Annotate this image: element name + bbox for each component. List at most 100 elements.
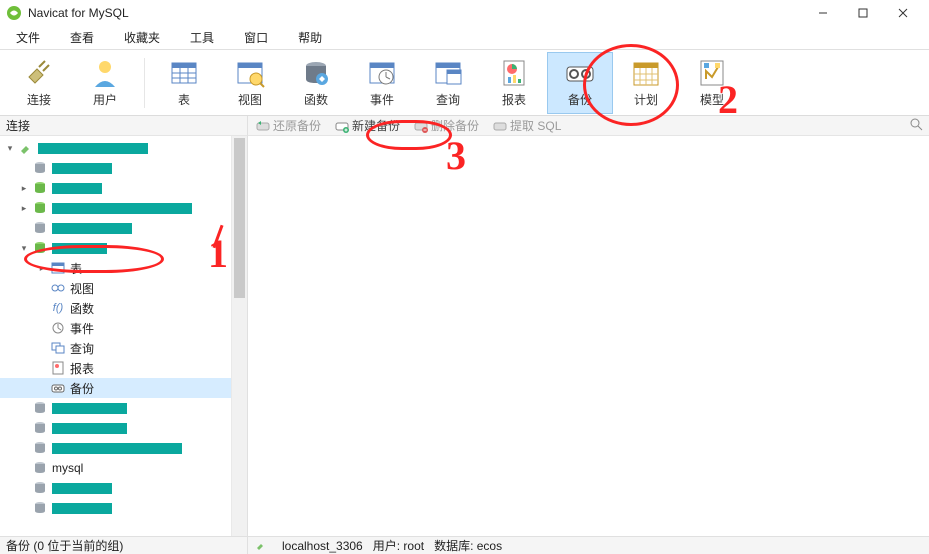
extract-sql-label: 提取 SQL [510, 117, 561, 134]
scrollbar-thumb[interactable] [234, 138, 245, 298]
tree-events[interactable]: 事件 [0, 318, 231, 338]
expand-icon[interactable]: ▸ [18, 202, 30, 214]
tree-database-mysql[interactable]: mysql [0, 458, 231, 478]
redacted-text [52, 243, 107, 254]
search-icon[interactable] [909, 117, 923, 134]
view-small-icon [50, 280, 66, 296]
database-icon [32, 420, 48, 436]
delete-backup-button[interactable]: 删除备份 [414, 117, 479, 134]
menu-help[interactable]: 帮助 [286, 27, 334, 48]
tree-database[interactable]: ▸ [0, 198, 231, 218]
toolbar-model-label: 模型 [700, 91, 724, 108]
tree-database[interactable] [0, 478, 231, 498]
menu-view[interactable]: 查看 [58, 27, 106, 48]
database-icon [32, 160, 48, 176]
toolbar-table-label: 表 [178, 91, 190, 108]
status-user: 用户: root [373, 537, 424, 554]
toolbar-user-button[interactable]: 用户 [72, 52, 138, 114]
toolbar-function-button[interactable]: 函数 [283, 52, 349, 114]
connection-tree[interactable]: ▾ ▸ ▸ [0, 136, 231, 536]
expand-icon[interactable]: ▸ [18, 182, 30, 194]
toolbar-query-button[interactable]: 查询 [415, 52, 481, 114]
tree-mysql-label: mysql [52, 461, 83, 475]
window-close-button[interactable] [883, 0, 923, 26]
tree-connection[interactable]: ▾ [0, 138, 231, 158]
view-icon [234, 57, 266, 89]
sub-toolbar: 还原备份 新建备份 删除备份 提取 SQL [248, 116, 929, 136]
toolbar-view-label: 视图 [238, 91, 262, 108]
tree-backup-selected[interactable]: 备份 [0, 378, 231, 398]
function-small-icon: f() [50, 300, 66, 316]
new-backup-icon [335, 119, 349, 133]
title-bar: Navicat for MySQL [0, 0, 929, 26]
tree-database-active[interactable]: ▾ [0, 238, 231, 258]
database-icon [32, 440, 48, 456]
tree-functions[interactable]: f() 函数 [0, 298, 231, 318]
tree-database[interactable]: ▸ [0, 178, 231, 198]
backup-small-icon [50, 380, 66, 396]
status-database: 数据库: ecos [434, 537, 502, 554]
tree-scrollbar[interactable] [231, 136, 247, 536]
redacted-text [52, 443, 182, 454]
toolbar-report-label: 报表 [502, 91, 526, 108]
toolbar-model-button[interactable]: 模型 [679, 52, 745, 114]
tree-views[interactable]: 视图 [0, 278, 231, 298]
event-small-icon [50, 320, 66, 336]
tree-tables[interactable]: ▸ 表 [0, 258, 231, 278]
tree-database[interactable] [0, 158, 231, 178]
expand-icon[interactable]: ▸ [36, 262, 48, 274]
extract-sql-button[interactable]: 提取 SQL [493, 117, 561, 134]
new-backup-label: 新建备份 [352, 117, 400, 134]
menu-file[interactable]: 文件 [4, 27, 52, 48]
backup-list-content[interactable] [248, 136, 929, 536]
toolbar-report-button[interactable]: 报表 [481, 52, 547, 114]
tree-database[interactable] [0, 418, 231, 438]
redacted-text [52, 163, 112, 174]
menu-window[interactable]: 窗口 [232, 27, 280, 48]
toolbar-event-button[interactable]: 事件 [349, 52, 415, 114]
schedule-icon [630, 57, 662, 89]
redacted-text [52, 503, 112, 514]
toolbar-separator [144, 58, 145, 108]
toolbar-backup-button[interactable]: 备份 [547, 52, 613, 114]
delete-backup-label: 删除备份 [431, 117, 479, 134]
toolbar-table-button[interactable]: 表 [151, 52, 217, 114]
redacted-text [52, 203, 192, 214]
tree-reports[interactable]: 报表 [0, 358, 231, 378]
redacted-text [52, 423, 127, 434]
toolbar-schedule-label: 计划 [634, 91, 658, 108]
expand-icon[interactable]: ▾ [4, 142, 16, 154]
tree-database[interactable] [0, 498, 231, 518]
sidebar-header-label: 连接 [6, 117, 30, 134]
toolbar-connect-button[interactable]: 连接 [6, 52, 72, 114]
toolbar-schedule-button[interactable]: 计划 [613, 52, 679, 114]
redacted-text [52, 223, 132, 234]
tree-queries[interactable]: 查询 [0, 338, 231, 358]
tree-database[interactable] [0, 398, 231, 418]
menu-tools[interactable]: 工具 [178, 27, 226, 48]
toolbar-user-label: 用户 [93, 91, 117, 108]
table-icon [50, 260, 66, 276]
window-minimize-button[interactable] [803, 0, 843, 26]
database-open-icon [32, 200, 48, 216]
status-left-text: 备份 (0 位于当前的组) [6, 537, 123, 554]
menu-favorites[interactable]: 收藏夹 [112, 27, 172, 48]
collapse-icon[interactable]: ▾ [18, 242, 30, 254]
restore-backup-button[interactable]: 还原备份 [256, 117, 321, 134]
tree-database[interactable] [0, 218, 231, 238]
toolbar-view-button[interactable]: 视图 [217, 52, 283, 114]
tree-functions-label: 函数 [70, 300, 94, 317]
database-icon [32, 460, 48, 476]
tree-backup-label: 备份 [70, 380, 94, 397]
new-backup-button[interactable]: 新建备份 [335, 117, 400, 134]
restore-backup-label: 还原备份 [273, 117, 321, 134]
table-icon [168, 57, 200, 89]
redacted-text [52, 183, 102, 194]
delete-backup-icon [414, 119, 428, 133]
sidebar: ▾ ▸ ▸ [0, 136, 248, 536]
toolbar-query-label: 查询 [436, 91, 460, 108]
main-area [248, 136, 929, 536]
tree-database[interactable] [0, 438, 231, 458]
extract-sql-icon [493, 119, 507, 133]
window-maximize-button[interactable] [843, 0, 883, 26]
